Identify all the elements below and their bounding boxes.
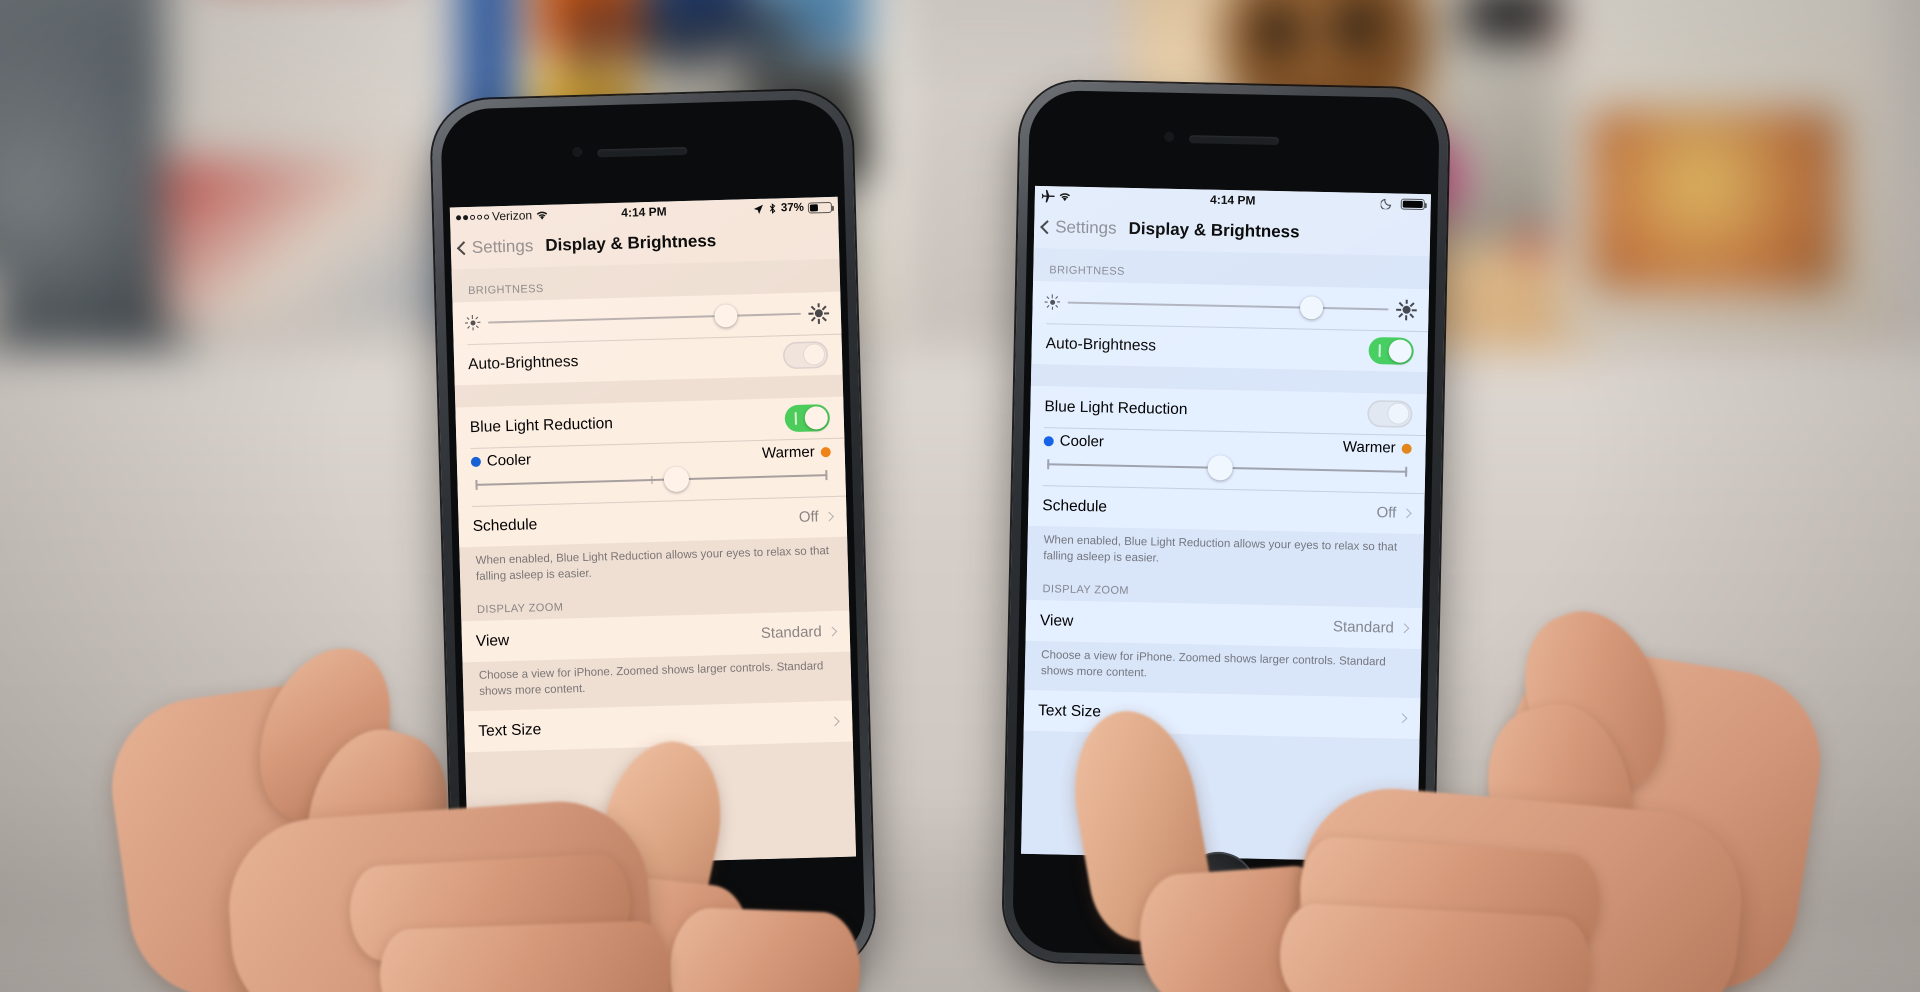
schedule-label: Schedule <box>472 515 538 535</box>
text-size-label: Text Size <box>478 720 542 740</box>
wifi-icon <box>536 211 548 220</box>
chevron-left-icon <box>456 241 471 256</box>
warmer-dot-icon <box>1401 443 1412 454</box>
back-to-settings-button[interactable]: Settings <box>456 236 534 258</box>
color-temperature-row[interactable]: Cooler Warmer <box>1028 426 1426 494</box>
moon-icon <box>1380 198 1392 210</box>
color-temperature-knob[interactable] <box>663 466 689 493</box>
status-bar-time: 4:14 PM <box>621 204 667 220</box>
auto-brightness-toggle[interactable] <box>782 341 829 370</box>
view-label: View <box>475 631 510 650</box>
battery-icon <box>807 201 833 214</box>
left-phone-earpiece <box>597 146 688 158</box>
sun-large-icon <box>1396 299 1417 321</box>
view-value: Standard <box>760 623 823 643</box>
blue-light-reduction-toggle[interactable] <box>784 404 831 433</box>
background-game-box-red <box>165 0 465 330</box>
page-title: Display & Brightness <box>545 231 717 255</box>
back-label: Settings <box>471 236 534 257</box>
back-label: Settings <box>1055 217 1117 238</box>
background-game-box-racing <box>0 0 190 370</box>
right-nav-bar: Settings Display & Brightness <box>1033 205 1431 257</box>
left-hand-lower <box>223 795 710 992</box>
text-size-label: Text Size <box>1037 701 1102 720</box>
schedule-value: Off <box>798 508 819 526</box>
view-value: Standard <box>1332 618 1395 637</box>
cooler-dot-icon <box>1043 435 1054 446</box>
auto-brightness-row[interactable]: Auto-Brightness <box>1031 322 1429 373</box>
color-temperature-row[interactable]: Cooler Warmer <box>456 437 846 507</box>
auto-brightness-label: Auto-Brightness <box>1045 334 1157 354</box>
blue-light-reduction-label: Blue Light Reduction <box>469 414 614 436</box>
carrier-label: Verizon <box>491 208 533 224</box>
color-temperature-track[interactable] <box>475 466 828 493</box>
warmer-label: Warmer <box>1342 438 1396 457</box>
blue-light-reduction-toggle[interactable] <box>1367 399 1413 428</box>
right-phone-earpiece <box>1188 135 1280 146</box>
brightness-slider-track[interactable] <box>487 304 801 328</box>
cellular-signal-icon <box>455 214 489 220</box>
right-hand-lower <box>1240 781 1760 992</box>
blue-light-reduction-label: Blue Light Reduction <box>1044 397 1188 418</box>
chevron-right-icon <box>1401 508 1412 519</box>
left-phone-front-camera <box>572 146 583 158</box>
chevron-right-icon <box>1399 623 1410 634</box>
sun-small-icon <box>1044 294 1060 311</box>
brightness-slider-knob[interactable] <box>1299 296 1324 320</box>
battery-icon <box>1400 198 1425 210</box>
cooler-dot-icon <box>470 456 482 467</box>
status-bar-time: 4:14 PM <box>1209 192 1256 208</box>
warmer-dot-icon <box>820 446 831 457</box>
schedule-label: Schedule <box>1042 496 1108 516</box>
cooler-label: Cooler <box>486 451 532 470</box>
battery-percent-label: 37% <box>780 201 805 215</box>
auto-brightness-label: Auto-Brightness <box>467 352 579 373</box>
warmer-label: Warmer <box>761 443 815 462</box>
screenshot-root: Theft Auto <box>0 0 1920 992</box>
brightness-slider-track[interactable] <box>1067 296 1389 320</box>
color-temperature-knob[interactable] <box>1207 455 1233 481</box>
view-row[interactable]: View Standard <box>1025 599 1423 650</box>
chevron-left-icon <box>1040 220 1055 235</box>
wifi-icon <box>1059 192 1071 201</box>
display-zoom-footnote: Choose a view for iPhone. Zoomed shows l… <box>1040 649 1386 679</box>
sun-small-icon <box>464 315 481 331</box>
location-arrow-icon <box>753 204 763 214</box>
right-phone-front-camera <box>1164 131 1175 142</box>
chevron-right-icon <box>824 511 835 522</box>
text-size-row[interactable]: Text Size <box>1023 689 1421 740</box>
cooler-label: Cooler <box>1059 432 1105 451</box>
sun-large-icon <box>808 302 830 324</box>
airplane-icon <box>1041 189 1055 203</box>
schedule-row[interactable]: Schedule Off <box>1027 484 1425 535</box>
color-temperature-track[interactable] <box>1047 455 1408 481</box>
view-label: View <box>1039 611 1074 630</box>
chevron-right-icon <box>1397 713 1408 724</box>
background-game-box-right <box>1560 0 1890 340</box>
back-to-settings-button[interactable]: Settings <box>1040 217 1117 239</box>
auto-brightness-toggle[interactable] <box>1368 336 1414 365</box>
schedule-value: Off <box>1376 504 1397 522</box>
bluetooth-icon <box>769 203 776 214</box>
page-title: Display & Brightness <box>1128 218 1300 242</box>
brightness-slider-knob[interactable] <box>713 304 738 328</box>
chevron-right-icon <box>827 626 838 637</box>
